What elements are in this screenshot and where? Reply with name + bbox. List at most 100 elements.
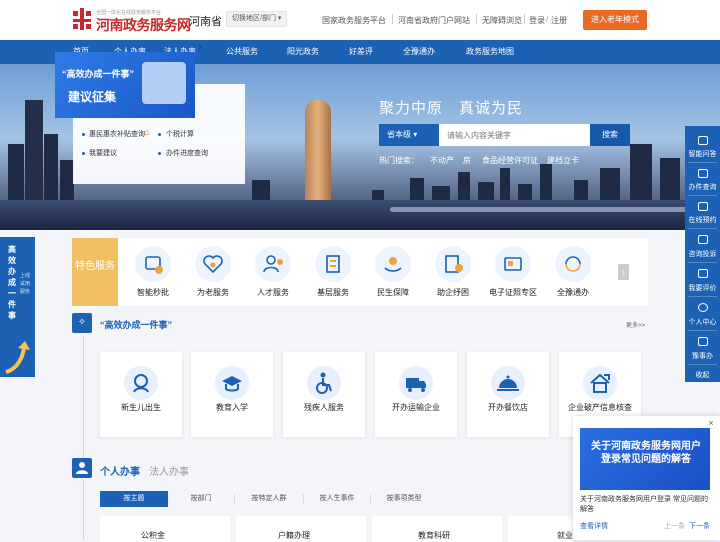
house-chart-icon bbox=[583, 366, 617, 400]
tab-personal-affairs[interactable]: 个人办事 bbox=[100, 463, 140, 478]
elder-mode-button[interactable]: 进入老年模式 bbox=[583, 10, 647, 30]
rf-personal-center[interactable]: 个人中心 bbox=[685, 317, 720, 327]
rf-collapse[interactable]: 收起 bbox=[685, 370, 720, 380]
nav-public-service[interactable]: 公共服务 bbox=[226, 46, 258, 57]
popup-link-progress[interactable]: 办件进度查询 bbox=[166, 148, 208, 158]
yushiban-logo-icon bbox=[698, 337, 708, 346]
bullet-icon bbox=[158, 152, 161, 155]
hot-search-item[interactable]: 房 bbox=[463, 155, 471, 166]
calendar-icon bbox=[698, 202, 708, 211]
province-wide-icon[interactable] bbox=[555, 246, 591, 282]
search-button[interactable]: 搜索 bbox=[590, 124, 630, 146]
login-link[interactable]: 登录 bbox=[529, 15, 545, 26]
divider bbox=[476, 14, 477, 24]
compass-icon: ✧ bbox=[72, 313, 92, 333]
popup-link-suggest[interactable]: 我要建议 bbox=[89, 148, 117, 158]
nav-province-wide[interactable]: 全豫通办 bbox=[403, 46, 435, 57]
card-label: 开办餐饮店 bbox=[488, 403, 528, 412]
card-label: 教育入学 bbox=[216, 403, 248, 412]
search-scope-select[interactable]: 省本级 ▾ bbox=[379, 124, 439, 146]
tab-by-group[interactable]: 按特定人群 bbox=[235, 491, 303, 507]
grassroots-service-icon[interactable] bbox=[315, 246, 351, 282]
category-label: 教育科研 bbox=[418, 531, 450, 540]
timeline-line bbox=[83, 480, 84, 540]
category-card[interactable] bbox=[100, 516, 230, 542]
divider bbox=[688, 364, 717, 365]
notice-text[interactable]: 关于河南政务服务网用户登录 常见问题的解答 bbox=[580, 495, 714, 515]
switch-region-button[interactable]: 切换地区/部门 ▾ bbox=[226, 11, 288, 27]
popup-close-icon[interactable]: × bbox=[196, 42, 206, 52]
popup-subtitle: 建议征集 bbox=[68, 90, 117, 104]
tab-by-department[interactable]: 按部门 bbox=[168, 491, 234, 507]
divider bbox=[524, 14, 525, 24]
e-license-icon[interactable] bbox=[495, 246, 531, 282]
tab-by-type[interactable]: 按事项类型 bbox=[371, 491, 437, 507]
arrow-icon bbox=[4, 340, 32, 374]
bridge bbox=[390, 207, 720, 212]
divider bbox=[688, 330, 717, 331]
featured-next-arrow[interactable]: › bbox=[618, 264, 629, 280]
person-icon bbox=[72, 458, 92, 478]
card-label: 新生儿出生 bbox=[121, 403, 161, 412]
card-label: 残疾人服务 bbox=[304, 403, 344, 412]
rf-appointment[interactable]: 在线预约 bbox=[685, 215, 720, 225]
rating-icon bbox=[698, 269, 708, 278]
hot-search-label: 热门搜索： bbox=[379, 156, 419, 165]
livelihood-icon[interactable] bbox=[375, 246, 411, 282]
category-label: 公积金 bbox=[141, 531, 165, 540]
divider bbox=[688, 162, 717, 163]
chat-icon bbox=[698, 136, 708, 145]
popup-link-subsidy[interactable]: 惠民惠农补贴查询 bbox=[89, 129, 145, 139]
enterprise-relief-icon[interactable] bbox=[435, 246, 471, 282]
section-title-efficient: “高效办成一件事” bbox=[100, 320, 173, 330]
divider bbox=[688, 296, 717, 297]
link-accessibility[interactable]: 无障碍浏览 bbox=[482, 15, 522, 26]
graduation-cap-icon bbox=[215, 366, 249, 400]
timeline-line bbox=[83, 336, 84, 466]
divider bbox=[688, 262, 717, 263]
hero-slogan: 聚力中原 真诚为民 bbox=[379, 100, 524, 117]
tab-legal-affairs[interactable]: 法人办事 bbox=[149, 463, 189, 478]
service-label[interactable]: 全豫通办 bbox=[538, 287, 608, 298]
divider bbox=[688, 195, 717, 196]
truck-icon bbox=[399, 366, 433, 400]
hot-search-item[interactable]: 建档立卡 bbox=[547, 155, 579, 166]
hot-search-item[interactable]: 不动产 bbox=[430, 155, 454, 166]
left-float-subtitle: 上线试用服务 bbox=[20, 273, 31, 295]
rf-rating[interactable]: 我要评价 bbox=[685, 283, 720, 293]
nav-service-map[interactable]: 政务服务地图 bbox=[466, 46, 514, 57]
wheelchair-icon bbox=[307, 366, 341, 400]
rf-complaint[interactable]: 咨询投诉 bbox=[685, 249, 720, 259]
tab-by-theme[interactable]: 按主题 bbox=[100, 491, 168, 507]
rf-smart-qa[interactable]: 智能问答 bbox=[685, 149, 720, 159]
river bbox=[0, 200, 720, 230]
slash-divider: / bbox=[546, 15, 549, 24]
notice-prev-button[interactable]: 上一条 bbox=[664, 521, 685, 531]
link-national-platform[interactable]: 国家政务服务平台 bbox=[322, 15, 386, 26]
current-province: 河南省 bbox=[189, 16, 222, 28]
tab-by-life-event[interactable]: 按人生事件 bbox=[304, 491, 370, 507]
link-henan-gov-portal[interactable]: 河南省政府门户网站 bbox=[398, 15, 470, 26]
divider bbox=[688, 228, 717, 229]
left-float-title: 高效办成一件事 bbox=[8, 245, 16, 320]
logo-title[interactable]: 河南政务服务网 bbox=[96, 15, 191, 35]
more-link[interactable]: 更多>> bbox=[626, 320, 645, 329]
popup-title: “高效办成一件事” bbox=[62, 69, 135, 79]
talent-service-icon[interactable] bbox=[255, 246, 291, 282]
notice-close-icon[interactable]: × bbox=[706, 418, 716, 428]
notice-next-button[interactable]: 下一条 bbox=[689, 521, 710, 531]
hot-search-item[interactable]: 食品经营许可证 bbox=[482, 155, 538, 166]
rf-yushiban[interactable]: 豫事办 bbox=[685, 351, 720, 361]
nav-rating[interactable]: 好差评 bbox=[349, 46, 373, 57]
card-label: 开办运输企业 bbox=[392, 403, 440, 412]
divider bbox=[392, 14, 393, 24]
rf-case-query[interactable]: 办件查询 bbox=[685, 182, 720, 192]
popup-link-tax[interactable]: 个税计算 bbox=[166, 129, 194, 139]
register-link[interactable]: 注册 bbox=[551, 15, 567, 26]
search-input[interactable] bbox=[439, 124, 590, 146]
notice-detail-link[interactable]: 查看详情 bbox=[580, 521, 608, 531]
elderly-service-icon[interactable] bbox=[195, 246, 231, 282]
smart-approval-icon[interactable] bbox=[135, 246, 171, 282]
user-icon bbox=[698, 303, 708, 312]
nav-sunshine-gov[interactable]: 阳光政务 bbox=[287, 46, 319, 57]
